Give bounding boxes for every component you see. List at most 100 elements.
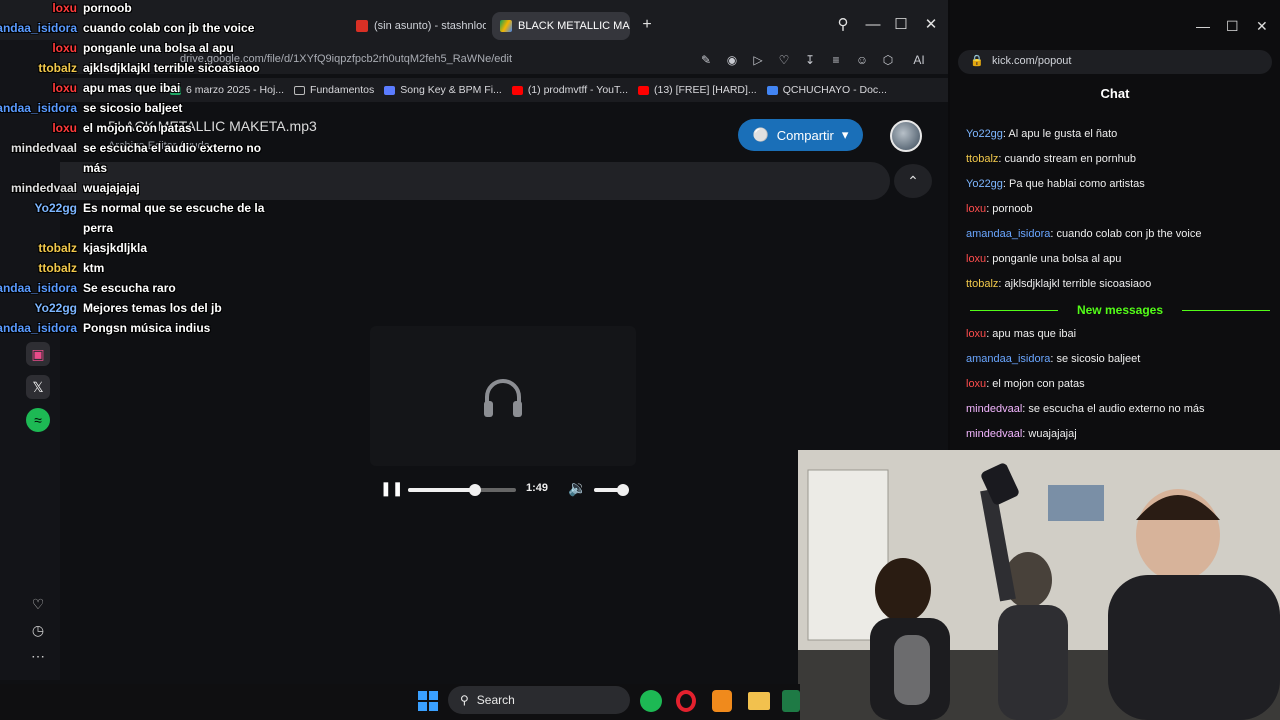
webcam-image (798, 450, 1280, 720)
spotify-icon[interactable]: ≈ (26, 408, 50, 432)
heart-icon[interactable]: ♡ (26, 592, 50, 616)
seek-handle[interactable] (468, 484, 481, 496)
search-tabs-icon[interactable]: ⚲ (834, 16, 852, 34)
minimize-icon[interactable]: — (864, 16, 882, 34)
url-text[interactable]: kick.com/popout (992, 55, 1071, 67)
share-button[interactable]: ⚪ Compartir ▾ (738, 119, 863, 151)
maximize-icon[interactable]: ☐ (892, 16, 910, 34)
bookmark-item[interactable]: Song Key & BPM Fi... (384, 84, 502, 96)
avatar[interactable] (890, 120, 922, 152)
share-label: Compartir (776, 127, 834, 143)
youtube-icon (511, 85, 523, 95)
folder-icon (294, 85, 306, 95)
chat-message: ttobalz: cuando stream en pornhub (966, 153, 1136, 165)
youtube-icon (638, 85, 649, 95)
menu-icon[interactable]: ≡ (828, 51, 844, 69)
tab-label: (sin asunto) - stashnloops (374, 20, 486, 32)
chat-username[interactable]: loxu (966, 378, 986, 390)
bookmark-item[interactable]: 6 marzo 2025 - Hoj... (170, 84, 284, 96)
chat-username[interactable]: amandaa_isidora (966, 353, 1050, 365)
overlay-chat-user: ttobalz (38, 61, 77, 75)
bookmark-item[interactable]: (1) prodmvtff - YouT... (511, 84, 628, 96)
new-messages-divider: New messages (970, 303, 1270, 317)
excel-icon[interactable] (782, 690, 800, 712)
overlay-chat-message: Mejores temas los del jb (83, 301, 222, 315)
volume-handle[interactable] (616, 484, 629, 496)
chat-message: amandaa_isidora: se sicosio baljeet (966, 353, 1140, 365)
globe-icon: ⚪ (752, 127, 769, 142)
chat-username[interactable]: amandaa_isidora (966, 228, 1050, 240)
opera-icon[interactable] (676, 690, 696, 712)
cube-icon[interactable]: ⬡ (880, 51, 896, 69)
close-icon[interactable]: ✕ (1256, 18, 1268, 35)
gmail-icon (356, 20, 368, 32)
webcam-feed (798, 450, 1280, 720)
more-icon[interactable]: ⋯ (26, 644, 50, 668)
chat-username[interactable]: loxu (966, 328, 986, 340)
volume-bar[interactable] (594, 484, 629, 496)
chat-username[interactable]: loxu (966, 203, 986, 215)
chat-username[interactable]: mindedvaal (966, 428, 1022, 440)
profile-icon[interactable]: ☺ (854, 51, 870, 69)
tab-gmail[interactable]: (sin asunto) - stashnloops (348, 12, 486, 40)
overlay-chat-message: pornoob (83, 1, 132, 15)
history-icon[interactable]: ◷ (26, 618, 50, 642)
overlay-chat-message: el mojon con patas (83, 121, 192, 135)
overlay-chat-message: Es normal que se escuche de la (83, 201, 265, 215)
volume-icon[interactable]: 🔉 (568, 479, 587, 497)
overlay-chat-message: ponganle una bolsa al apu (83, 41, 234, 55)
new-tab-button[interactable]: + (638, 16, 656, 34)
instagram-icon[interactable]: ▣ (26, 342, 50, 366)
chat-username[interactable]: ttobalz (966, 153, 998, 165)
x-icon[interactable]: 𝕏 (26, 375, 50, 399)
folder-icon[interactable] (748, 692, 770, 710)
play-icon[interactable]: ▷ (750, 51, 766, 69)
spotify-icon[interactable] (640, 690, 662, 712)
audio-player: ❚❚ 1:49 🔉 (378, 478, 638, 502)
chat-username[interactable]: loxu (966, 253, 986, 265)
tab-drive[interactable]: BLACK METALLIC MA (492, 12, 630, 40)
seek-bar[interactable] (408, 484, 516, 496)
chat-header: Chat (1100, 86, 1130, 101)
chat-username[interactable]: Yo22gg (966, 178, 1003, 190)
minimize-icon[interactable]: — (1196, 18, 1210, 34)
overlay-chat-user: mindedvaal (10, 181, 77, 195)
chat-message: loxu: el mojon con patas (966, 378, 1085, 390)
overlay-chat-message: kjasjkdljkla (83, 241, 148, 255)
pause-icon[interactable]: ❚❚ (380, 480, 403, 498)
chat-text: : cuando stream en pornhub (998, 153, 1137, 165)
bookmark-item[interactable]: QCHUCHAYO - Doc... (766, 84, 887, 96)
chat-username[interactable]: mindedvaal (966, 403, 1022, 415)
taskbar (0, 684, 800, 720)
chat-message: mindedvaal: wuajajajaj (966, 428, 1077, 440)
chat-message: mindedvaal: se escucha el audio externo … (966, 403, 1205, 415)
chat-username[interactable]: ttobalz (966, 278, 998, 290)
camera-icon[interactable]: ◉ (724, 51, 740, 69)
overlay-chat-user: loxu (52, 1, 77, 15)
taskbar-search[interactable]: ⚲ Search (448, 686, 630, 714)
overlay-chat-user: loxu (52, 121, 77, 135)
overlay-chat-user: ttobalz (38, 261, 77, 275)
edit-icon[interactable]: ✎ (698, 51, 714, 69)
chat-message: Yo22gg: Al apu le gusta el ñato (966, 128, 1117, 140)
chat-message: loxu: apu mas que ibai (966, 328, 1076, 340)
chat-username[interactable]: Yo22gg (966, 128, 1003, 140)
collapse-icon[interactable]: ⌃ (894, 164, 932, 198)
chat-text: : cuando colab con jb the voice (1050, 228, 1202, 240)
address-bar[interactable]: 🔒 kick.com/popout (958, 50, 1272, 74)
seek-fill (408, 488, 475, 492)
bookmark-item[interactable]: (13) [FREE] [HARD]... (638, 84, 757, 96)
bookmark-item[interactable]: Fundamentos (294, 84, 374, 96)
ai-button[interactable]: AI (906, 51, 932, 69)
close-icon[interactable]: ✕ (922, 16, 940, 34)
chat-text: : apu mas que ibai (986, 328, 1077, 340)
chat-text: : ponganle una bolsa al apu (986, 253, 1122, 265)
maximize-icon[interactable]: ☐ (1226, 18, 1239, 35)
download-icon[interactable]: ↧ (802, 51, 818, 69)
windows-start-icon[interactable] (418, 691, 438, 711)
heart-icon[interactable]: ♡ (776, 51, 792, 69)
overlay-chat-user: ttobalz (38, 241, 77, 255)
fl-studio-icon[interactable] (712, 690, 732, 712)
chat-message: amandaa_isidora: cuando colab con jb the… (966, 228, 1201, 240)
overlay-chat-user: loxu (52, 41, 77, 55)
